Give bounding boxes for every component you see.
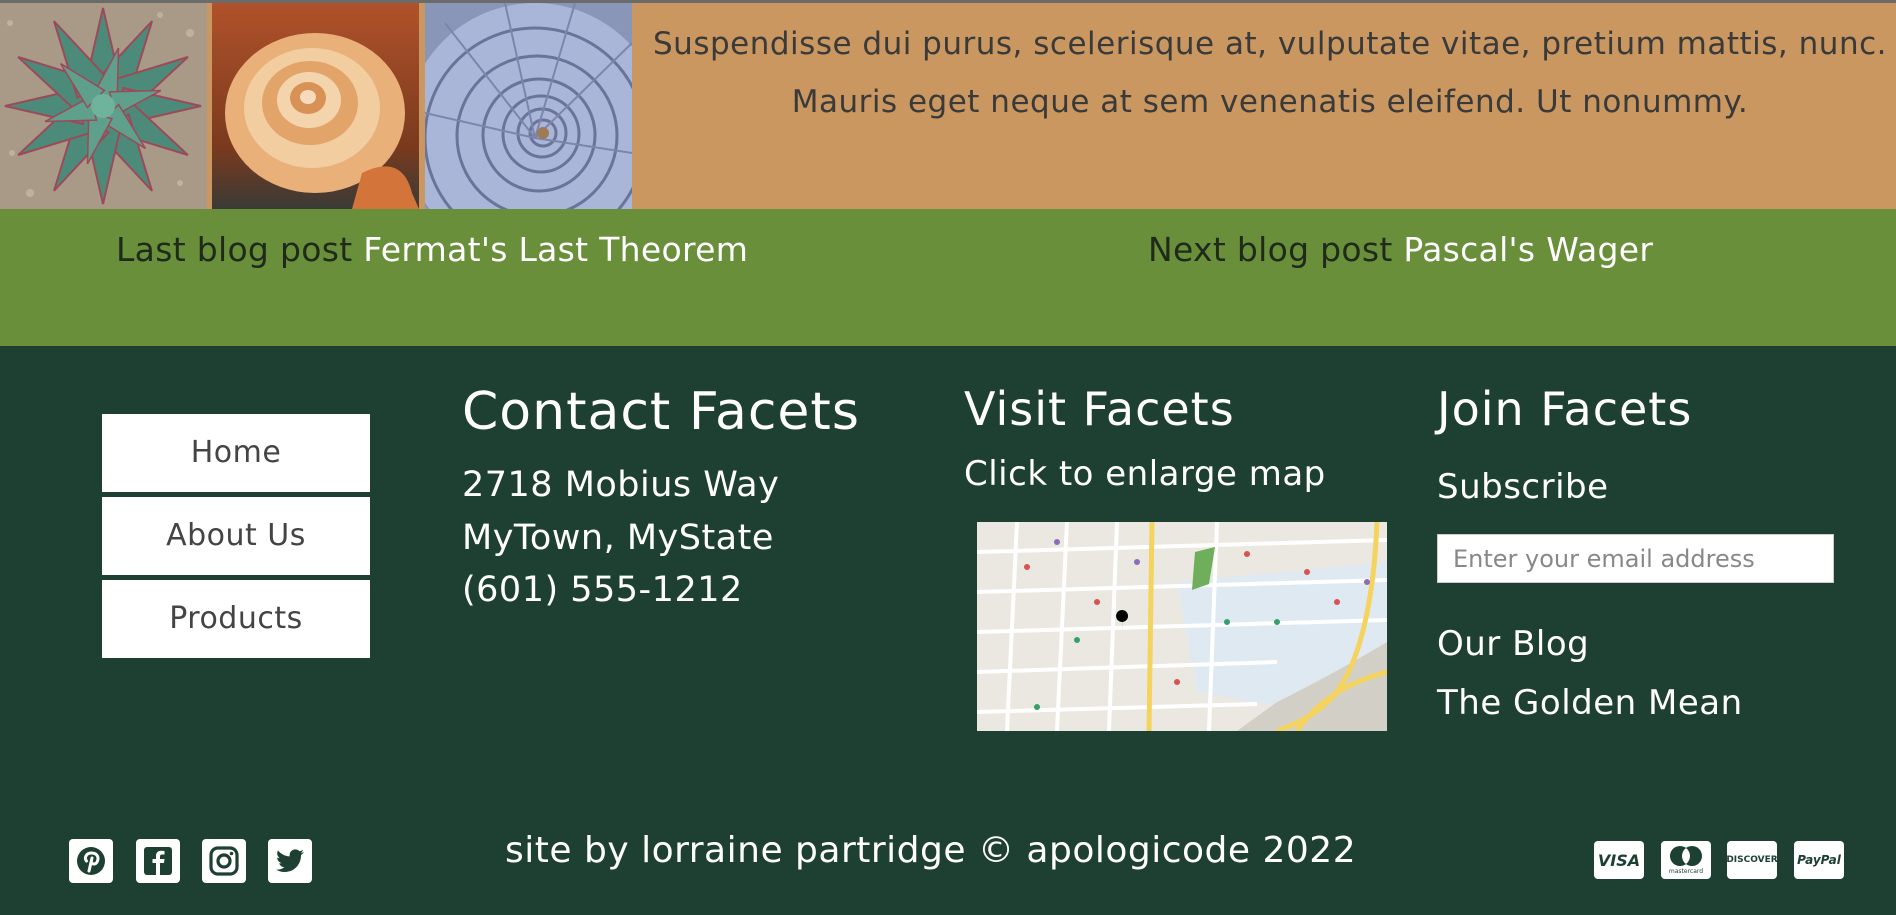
nautilus-shell-photo (425, 3, 632, 209)
intro-text: Suspendisse dui purus, scelerisque at, v… (653, 26, 1887, 120)
contact-phone[interactable]: (601) 555-1212 (462, 570, 743, 610)
conch-shell-photo (212, 3, 419, 209)
instagram-icon[interactable] (202, 839, 246, 883)
contact-address-line2: MyTown, MyState (462, 518, 774, 558)
location-map[interactable] (977, 522, 1387, 731)
prev-post-link[interactable]: Last blog post Fermat's Last Theorem (116, 230, 748, 269)
next-post-label: Next blog post (1148, 230, 1393, 269)
visit-title: Visit Facets (964, 382, 1235, 436)
pinterest-icon[interactable] (69, 839, 113, 883)
prev-post-label: Last blog post (116, 230, 353, 269)
succulent-photo (0, 3, 207, 209)
menu-item-products[interactable]: Products (101, 579, 371, 659)
contact-title: Contact Facets (462, 382, 860, 442)
visa-label: VISA (1597, 850, 1641, 870)
golden-mean-link[interactable]: The Golden Mean (1437, 683, 1743, 723)
join-title: Join Facets (1437, 382, 1693, 436)
prev-post-title[interactable]: Fermat's Last Theorem (363, 230, 748, 269)
site-credit: site by lorraine partridge © apologicode… (505, 830, 1357, 871)
our-blog-link[interactable]: Our Blog (1437, 624, 1589, 664)
paypal-label: PayPal (1797, 853, 1841, 867)
mastercard-label: mastercard (1668, 868, 1704, 875)
menu-item-home[interactable]: Home (101, 413, 371, 493)
enlarge-map-link[interactable]: Click to enlarge map (964, 454, 1326, 494)
next-post-title[interactable]: Pascal's Wager (1403, 230, 1653, 269)
discover-label: DISCOVER (1726, 855, 1778, 865)
footer-menu: Home About Us Products (101, 413, 373, 662)
next-post-link[interactable]: Next blog post Pascal's Wager (1148, 230, 1653, 269)
subscribe-label: Subscribe (1437, 467, 1609, 507)
discover-icon: DISCOVER (1726, 841, 1778, 879)
blog-post-nav: Last blog post Fermat's Last Theorem Nex… (0, 209, 1896, 346)
visa-icon: VISA (1594, 841, 1644, 879)
twitter-icon[interactable] (268, 839, 312, 883)
email-field[interactable] (1437, 534, 1834, 583)
menu-item-about-us[interactable]: About Us (101, 496, 371, 576)
mastercard-icon: mastercard (1661, 841, 1711, 879)
contact-address-line1: 2718 Mobius Way (462, 465, 780, 505)
paypal-icon: PayPal (1794, 841, 1844, 879)
header-band: Suspendisse dui purus, scelerisque at, v… (0, 3, 1896, 209)
facebook-icon[interactable] (136, 839, 180, 883)
